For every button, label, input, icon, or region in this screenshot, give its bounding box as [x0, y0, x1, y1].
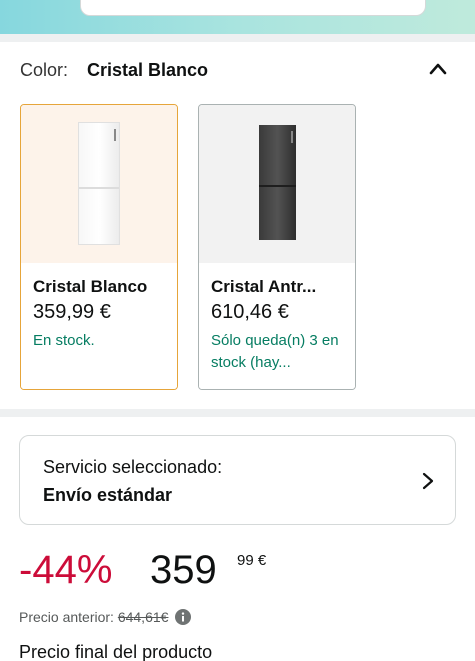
final-price-label: Precio final del producto — [19, 642, 213, 661]
service-title: Servicio seleccionado: — [43, 457, 223, 477]
top-card — [80, 0, 426, 16]
section-divider — [0, 34, 475, 42]
section-divider — [0, 409, 475, 417]
price-integer: 359 — [150, 548, 217, 592]
price-fraction: 99 € — [237, 552, 267, 569]
product-image — [21, 105, 177, 263]
selected-color: Cristal Blanco — [87, 60, 209, 80]
discount-percent: -44% — [19, 548, 113, 592]
white-fridge-image — [78, 122, 120, 245]
option-stock: En stock. — [33, 332, 95, 349]
color-option-cristal-blanco[interactable]: Cristal Blanco 359,99 € En stock. — [20, 104, 178, 390]
service-selector[interactable]: Servicio seleccionado: Envío estándar — [19, 435, 456, 525]
info-icon[interactable] — [175, 609, 192, 625]
chevron-up-icon[interactable] — [427, 58, 449, 80]
dark-fridge-image — [259, 125, 296, 240]
option-stock: Sólo queda(n) 3 en stock (hay... — [211, 332, 339, 371]
chevron-right-icon — [422, 472, 434, 490]
option-name: Cristal Blanco — [33, 277, 148, 296]
option-name: Cristal Antr... — [211, 277, 317, 296]
service-value: Envío estándar — [43, 485, 173, 505]
product-image — [199, 105, 355, 263]
color-label: Color: — [20, 60, 69, 80]
option-price: 359,99 € — [33, 301, 111, 323]
top-banner — [0, 0, 475, 34]
color-selector-header[interactable]: Color: Cristal Blanco — [20, 58, 455, 84]
option-price: 610,46 € — [211, 301, 289, 323]
previous-price-label: Precio anterior: — [19, 609, 114, 625]
color-option-cristal-antracita[interactable]: Cristal Antr... 610,46 € Sólo queda(n) 3… — [198, 104, 356, 390]
previous-price-row: Precio anterior: 644,61€ — [19, 609, 192, 625]
previous-price: 644,61€ — [117, 609, 169, 625]
